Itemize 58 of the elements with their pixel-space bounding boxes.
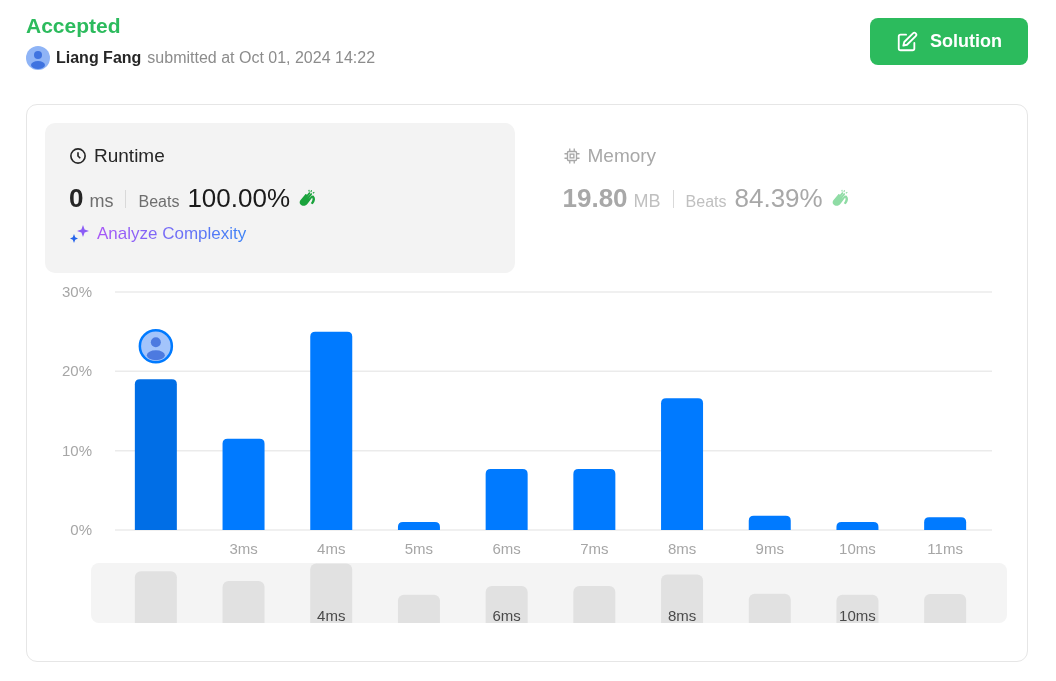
overview-label: 10ms bbox=[839, 607, 876, 623]
metric-panel[interactable]: Runtime 0 ms Beats 100.00% Analyze Complexity bbox=[45, 123, 515, 273]
bar[interactable] bbox=[924, 517, 967, 530]
x-axis-label: 7ms bbox=[580, 540, 609, 557]
bar[interactable] bbox=[661, 398, 704, 530]
bar[interactable] bbox=[134, 379, 177, 530]
metric-unit: ms bbox=[89, 191, 114, 212]
avatar-icon bbox=[26, 46, 50, 70]
x-axis-label: 11ms bbox=[927, 540, 963, 557]
overview-bar bbox=[748, 593, 791, 623]
overview-bar bbox=[661, 574, 704, 623]
x-axis-label: 3ms bbox=[229, 540, 258, 557]
overview-bar bbox=[310, 563, 353, 623]
user-name[interactable]: Liang Fang bbox=[56, 49, 142, 67]
beats-label: Beats bbox=[685, 193, 727, 211]
chip-icon bbox=[562, 147, 581, 165]
overview-label: 4ms bbox=[317, 607, 346, 623]
bar[interactable] bbox=[573, 468, 616, 530]
range-overview[interactable]: 4ms 6ms 8ms 10ms bbox=[91, 563, 1007, 623]
submitted-time: submitted at Oct 01, 2024 14:22 bbox=[147, 49, 376, 67]
beats-percent: 84.39% bbox=[734, 183, 823, 214]
bar[interactable] bbox=[836, 522, 879, 530]
overview-bar bbox=[222, 581, 265, 623]
x-axis-label: 9ms bbox=[755, 540, 784, 557]
bar[interactable] bbox=[310, 331, 353, 530]
overview-bar bbox=[924, 593, 967, 623]
y-axis-label: 20% bbox=[61, 362, 92, 380]
edit-icon bbox=[896, 30, 918, 53]
clock-icon bbox=[69, 147, 87, 165]
x-axis-label: 5ms bbox=[404, 540, 434, 557]
overview-bar bbox=[485, 586, 528, 623]
overview-label: 6ms bbox=[492, 607, 521, 623]
status-title: Accepted bbox=[26, 14, 122, 38]
metric-unit: MB bbox=[633, 191, 661, 212]
y-axis-label: 10% bbox=[61, 441, 92, 459]
metric-title: Memory bbox=[587, 145, 657, 167]
overview-bar bbox=[573, 586, 616, 623]
y-axis-label: 0% bbox=[70, 521, 92, 538]
bar[interactable] bbox=[397, 522, 440, 530]
y-axis-label: 30% bbox=[61, 283, 92, 300]
beats-label: Beats bbox=[138, 193, 180, 211]
overview-label: 8ms bbox=[667, 607, 697, 623]
beats-percent: 100.00% bbox=[187, 183, 291, 214]
x-axis-label: 10ms bbox=[839, 540, 876, 557]
overview-bar bbox=[397, 594, 440, 623]
overview-bar bbox=[836, 594, 879, 623]
metric-value: 19.80 bbox=[562, 183, 628, 214]
sparkle-icon bbox=[69, 224, 91, 244]
overview-bar bbox=[134, 571, 177, 623]
metric-title: Runtime bbox=[94, 145, 165, 167]
bar[interactable] bbox=[222, 438, 265, 530]
metric-value: 0 bbox=[69, 183, 84, 214]
x-axis-label: 6ms bbox=[492, 540, 521, 557]
x-axis-label: 8ms bbox=[667, 540, 697, 557]
x-axis-label: 4ms bbox=[317, 540, 346, 557]
user-avatar-marker bbox=[138, 329, 174, 364]
bar[interactable] bbox=[485, 468, 528, 530]
bar[interactable] bbox=[748, 515, 791, 530]
